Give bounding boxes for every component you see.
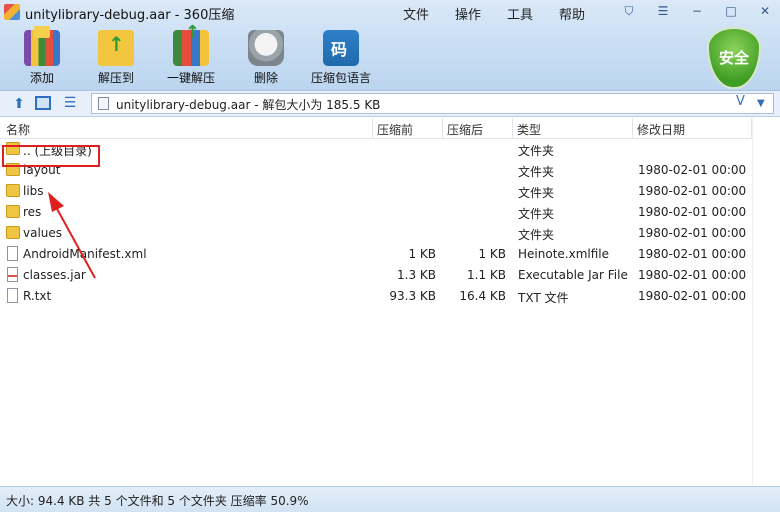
- cell-type: Executable Jar File: [518, 268, 628, 282]
- cell-name: libs: [23, 184, 44, 198]
- archive-file-icon: [98, 97, 109, 110]
- col-type[interactable]: 类型: [517, 121, 541, 138]
- status-bar: 大小: 94.4 KB 共 5 个文件和 5 个文件夹 压缩率 50.9%: [0, 486, 780, 512]
- status-text: 大小: 94.4 KB 共 5 个文件和 5 个文件夹 压缩率 50.9%: [6, 494, 309, 508]
- cell-name: values: [23, 226, 63, 240]
- menu-tools[interactable]: 工具: [507, 4, 559, 23]
- title-toolbar-area: unitylibrary-debug.aar - 360压缩 文件 操作 工具 …: [0, 0, 780, 91]
- maximize-icon[interactable]: □: [722, 3, 740, 19]
- cell-date: 1980-02-01 00:00: [638, 184, 747, 198]
- menu-file[interactable]: 文件: [403, 4, 455, 23]
- cell-size-after: 1 KB: [478, 247, 506, 261]
- table-row[interactable]: res 文件夹 1980-02-01 00:00: [0, 202, 752, 223]
- cell-name: classes.jar: [23, 268, 86, 282]
- table-row[interactable]: R.txt 93.3 KB 16.4 KB TXT 文件 1980-02-01 00:0…: [0, 286, 752, 307]
- cell-date: 1980-02-01 00:00: [638, 268, 747, 282]
- folder-icon: [6, 184, 20, 197]
- table-row[interactable]: values 文件夹 1980-02-01 00:00: [0, 223, 752, 244]
- shirt-icon[interactable]: ⛉: [620, 3, 638, 19]
- cell-size-before: 1 KB: [408, 247, 436, 261]
- col-date[interactable]: 修改日期: [637, 121, 685, 138]
- cell-size-before: 93.3 KB: [389, 289, 436, 303]
- cell-name: AndroidManifest.xml: [23, 247, 147, 261]
- col-name[interactable]: 名称: [6, 121, 30, 138]
- table-row[interactable]: libs 文件夹 1980-02-01 00:00: [0, 181, 752, 202]
- window-title: unitylibrary-debug.aar - 360压缩: [25, 8, 235, 23]
- cell-date: 1980-02-01 00:00: [638, 289, 747, 303]
- list-view-icon[interactable]: ☰: [62, 95, 78, 111]
- extract-to-icon: [98, 30, 134, 66]
- menu-icon[interactable]: ☰: [654, 3, 672, 19]
- col-size-after[interactable]: 压缩后: [447, 121, 483, 138]
- jar-file-icon: [7, 267, 18, 282]
- one-click-extract-icon: [173, 22, 209, 66]
- menu-bar: 文件 操作 工具 帮助: [403, 4, 599, 23]
- archive-language-label: 压缩包语言: [310, 71, 371, 85]
- one-click-extract-label: 一键解压: [166, 71, 215, 85]
- cell-date: 1980-02-01 00:00: [638, 226, 747, 240]
- delete-button[interactable]: 删除: [224, 26, 308, 86]
- address-row: ⬆ ☰ unitylibrary-debug.aar - 解包大小为 185.5…: [0, 91, 780, 117]
- address-bar[interactable]: unitylibrary-debug.aar - 解包大小为 185.5 KB …: [91, 93, 774, 114]
- window-controls: ⛉ ☰ − □ ✕: [620, 3, 780, 19]
- folder-icon: [6, 226, 20, 239]
- archive-language-icon: [323, 30, 359, 66]
- table-row[interactable]: .. (上级目录) 文件夹: [0, 139, 752, 160]
- cell-type: 文件夹: [518, 207, 555, 221]
- annotation-highlight-box: [2, 145, 100, 167]
- file-list: 名称 压缩前 压缩后 类型 修改日期 .. (上级目录) 文件夹 layout 文件夹…: [0, 118, 780, 485]
- menu-operation[interactable]: 操作: [455, 4, 507, 23]
- cell-type: TXT 文件: [518, 291, 569, 305]
- cell-type: 文件夹: [518, 228, 555, 242]
- menu-help[interactable]: 帮助: [559, 4, 599, 23]
- cell-size-before: 1.3 KB: [397, 268, 436, 282]
- cell-date: 1980-02-01 00:00: [638, 205, 747, 219]
- dropdown-arrow-icon[interactable]: ▼: [757, 94, 773, 113]
- address-path: unitylibrary-debug.aar - 解包大小为 185.5 KB: [116, 98, 381, 112]
- delete-label: 删除: [253, 71, 278, 85]
- archive-language-button[interactable]: 压缩包语言: [299, 26, 383, 86]
- add-button[interactable]: 添加: [0, 26, 84, 86]
- one-click-extract-button[interactable]: 一键解压: [149, 22, 233, 86]
- cell-type: Heinote.xmlfile: [518, 247, 609, 261]
- thumbnail-view-icon[interactable]: [35, 96, 51, 110]
- table-row[interactable]: classes.jar 1.3 KB 1.1 KB Executable Jar Fi…: [0, 265, 752, 286]
- file-icon: [7, 288, 18, 303]
- cell-type: 文件夹: [518, 144, 555, 158]
- cell-type: 文件夹: [518, 165, 555, 179]
- table-row[interactable]: layout 文件夹 1980-02-01 00:00: [0, 160, 752, 181]
- table-header: 名称 压缩前 压缩后 类型 修改日期: [0, 118, 780, 139]
- checkmark-icon[interactable]: V: [736, 94, 752, 109]
- security-badge-label: 安全: [718, 49, 749, 67]
- close-icon[interactable]: ✕: [756, 3, 774, 19]
- up-arrow-icon[interactable]: ⬆: [10, 96, 28, 112]
- col-size-before[interactable]: 压缩前: [377, 121, 413, 138]
- table-row[interactable]: AndroidManifest.xml 1 KB 1 KB Heinote.xmlfi…: [0, 244, 752, 265]
- file-icon: [7, 246, 18, 261]
- add-archive-icon: [24, 26, 60, 66]
- scrollbar[interactable]: [752, 118, 780, 485]
- cell-size-after: 1.1 KB: [467, 268, 506, 282]
- extract-to-label: 解压到: [97, 71, 134, 85]
- delete-icon: [248, 30, 284, 66]
- extract-to-button[interactable]: 解压到: [74, 26, 158, 86]
- cell-date: 1980-02-01 00:00: [638, 247, 747, 261]
- cell-type: 文件夹: [518, 186, 555, 200]
- cell-date: 1980-02-01 00:00: [638, 163, 747, 177]
- cell-name: R.txt: [23, 289, 52, 303]
- cell-size-after: 16.4 KB: [459, 289, 506, 303]
- cell-name: res: [23, 205, 42, 219]
- app-icon: [4, 4, 20, 20]
- folder-icon: [6, 205, 20, 218]
- security-shield-icon[interactable]: 安全: [707, 27, 761, 89]
- minimize-icon[interactable]: −: [688, 3, 706, 19]
- add-label: 添加: [29, 71, 54, 85]
